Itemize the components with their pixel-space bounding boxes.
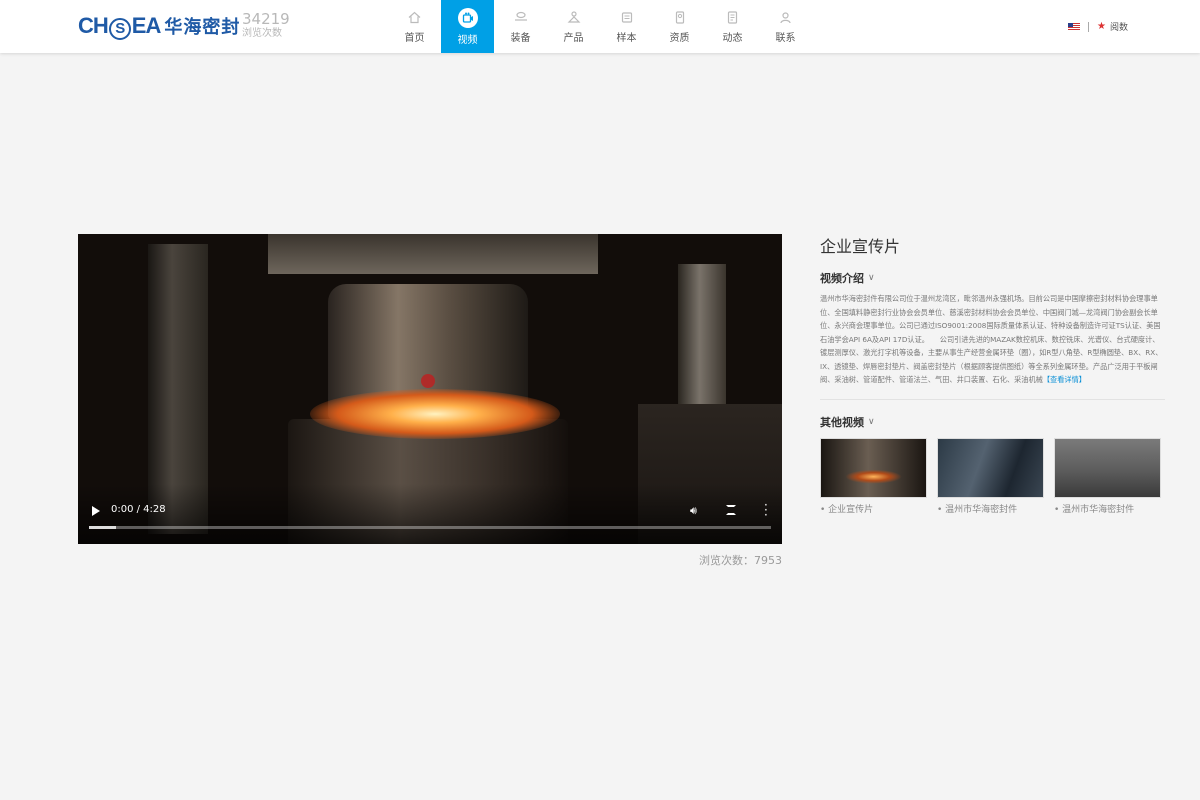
video-title: 企业宣传片 xyxy=(820,237,901,256)
nav-qualification[interactable]: 资质 xyxy=(653,0,706,53)
view-details-link[interactable]: 【查看详情】 xyxy=(1043,375,1086,384)
video-thumbnail[interactable]: • 温州市华海密封件 xyxy=(1054,438,1161,515)
volume-icon[interactable]: 🔊︎ xyxy=(690,504,697,518)
video-player[interactable]: 0:00 / 4:28 🔊︎ · · · xyxy=(78,234,782,544)
china-star-icon: ★ xyxy=(1097,21,1106,32)
chevron-down-icon: ∨ xyxy=(868,273,875,283)
contact-icon xyxy=(777,8,795,26)
main-nav: 首页 视频 装备 产品 样本 资质 动态 联系 xyxy=(388,0,812,53)
nav-samples[interactable]: 样本 xyxy=(600,0,653,53)
news-icon xyxy=(724,8,742,26)
thumbnail-caption: • 温州市华海密封件 xyxy=(937,505,1018,515)
sample-icon xyxy=(618,8,636,26)
thumbnail-image xyxy=(1054,438,1161,498)
thumbnail-caption: • 企业宣传片 xyxy=(820,505,874,515)
fullscreen-icon[interactable] xyxy=(726,505,736,515)
site-logo[interactable]: CH S EA 华海密封 xyxy=(78,12,240,40)
video-view-count: 浏览次数：7953 xyxy=(699,554,782,567)
site-visit-counter: 34219 浏览次数 xyxy=(242,11,290,40)
video-description: 温州市华海密封件有限公司位于温州龙湾区，毗邻温州永强机场。目前公司是中国摩擦密封… xyxy=(820,292,1165,400)
equipment-icon xyxy=(512,8,530,26)
other-videos-heading[interactable]: 其他视频 ∨ xyxy=(820,414,1165,430)
nav-label: 首页 xyxy=(404,33,425,44)
us-flag-icon[interactable] xyxy=(1068,22,1080,31)
nav-contact[interactable]: 联系 xyxy=(759,0,812,53)
nav-label: 装备 xyxy=(510,33,531,44)
video-progress-bar[interactable] xyxy=(89,526,771,529)
watermark-logo-icon xyxy=(421,374,435,388)
lang-china-label[interactable]: 阅数 xyxy=(1110,20,1128,33)
nav-label: 样本 xyxy=(616,33,637,44)
nav-products[interactable]: 产品 xyxy=(547,0,600,53)
video-icon xyxy=(457,8,478,28)
nav-label: 视频 xyxy=(457,35,478,46)
video-controls xyxy=(78,484,782,544)
qualification-icon xyxy=(671,8,689,26)
thumbnail-caption: • 温州市华海密封件 xyxy=(1054,505,1135,515)
video-progress-fill xyxy=(89,526,117,529)
more-options-icon[interactable]: · · · xyxy=(764,499,768,521)
nav-equipment[interactable]: 装备 xyxy=(494,0,547,53)
visit-label: 浏览次数 xyxy=(242,28,282,39)
nav-label: 动态 xyxy=(722,33,743,44)
play-icon[interactable] xyxy=(92,506,100,516)
lang-divider xyxy=(1088,21,1089,32)
nav-news[interactable]: 动态 xyxy=(706,0,759,53)
visit-count: 34219 xyxy=(242,10,290,28)
logo-chinese: 华海密封 xyxy=(164,17,241,38)
nav-label: 资质 xyxy=(669,33,690,44)
language-switch: ★ 阅数 xyxy=(1068,20,1128,33)
nav-home[interactable]: 首页 xyxy=(388,0,441,53)
video-thumbnail[interactable]: • 企业宣传片 xyxy=(820,438,927,515)
site-header: CH S EA 华海密封 34219 浏览次数 首页 视频 装备 产品 样本 资质 xyxy=(0,0,1200,53)
home-icon xyxy=(406,8,424,26)
product-icon xyxy=(565,8,583,26)
thumbnail-image xyxy=(820,438,927,498)
other-videos-list: • 企业宣传片 • 温州市华海密封件 • 温州市华海密封件 xyxy=(820,438,1165,515)
video-time: 0:00 / 4:28 xyxy=(111,504,166,515)
nav-label: 产品 xyxy=(563,33,584,44)
nav-video[interactable]: 视频 xyxy=(441,0,494,53)
nav-label: 联系 xyxy=(775,33,796,44)
video-thumbnail[interactable]: • 温州市华海密封件 xyxy=(937,438,1044,515)
intro-heading[interactable]: 视频介绍 ∨ xyxy=(820,270,1165,286)
thumbnail-image xyxy=(937,438,1044,498)
logo-english: CH S EA xyxy=(78,12,161,40)
chevron-down-icon: ∨ xyxy=(868,417,875,427)
video-info-panel: 企业宣传片 视频介绍 ∨ 温州市华海密封件有限公司位于温州龙湾区，毗邻温州永强机… xyxy=(820,236,1165,515)
